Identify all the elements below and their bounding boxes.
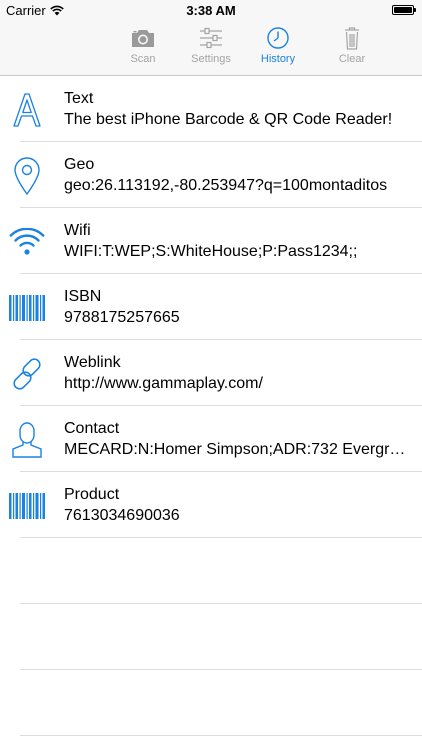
letter-a-icon	[6, 89, 48, 131]
item-value: geo:26.113192,-80.253947?q=100montaditos	[64, 177, 388, 194]
tab-scan-label: Scan	[130, 53, 156, 65]
empty-row	[0, 604, 422, 670]
location-pin-icon	[6, 155, 48, 197]
history-item-isbn[interactable]: ISBN 9788175257665	[0, 274, 422, 340]
tab-clear-label: Clear	[338, 53, 366, 65]
item-value: MECARD:N:Homer Simpson;ADR:732 Evergreen…	[64, 441, 412, 458]
trash-icon	[345, 27, 359, 50]
history-item-weblink[interactable]: Weblink http://www.gammaplay.com/	[0, 340, 422, 406]
battery-icon	[392, 5, 416, 15]
camera-icon	[132, 30, 154, 47]
history-item-contact[interactable]: Contact MECARD:N:Homer Simpson;ADR:732 E…	[0, 406, 422, 472]
history-item-product[interactable]: Product 7613034690036	[0, 472, 422, 538]
item-value: The best iPhone Barcode & QR Code Reader…	[64, 111, 393, 128]
tab-history[interactable]: History	[243, 22, 313, 75]
tab-settings[interactable]: Settings	[176, 22, 246, 75]
item-title: ISBN	[64, 288, 102, 305]
item-value: http://www.gammaplay.com/	[64, 375, 263, 392]
item-title: Contact	[64, 420, 120, 437]
empty-row	[0, 670, 422, 736]
wifi-icon	[6, 221, 48, 263]
history-item-geo[interactable]: Geo geo:26.113192,-80.253947?q=100montad…	[0, 142, 422, 208]
item-title: Text	[64, 90, 94, 107]
empty-row	[0, 538, 422, 604]
toolbar: Scan Settings History Clear	[0, 22, 422, 76]
item-value: WIFI:T:WEP;S:WhiteHouse;P:Pass1234;;	[64, 243, 358, 260]
person-icon	[6, 419, 48, 461]
tab-settings-label: Settings	[191, 53, 231, 65]
tab-history-label: History	[260, 53, 296, 65]
link-icon	[6, 353, 48, 395]
item-value: 7613034690036	[64, 507, 180, 524]
tab-scan[interactable]: Scan	[108, 22, 178, 75]
status-time: 3:38 AM	[186, 3, 236, 18]
item-title: Weblink	[64, 354, 121, 371]
history-item-text[interactable]: Text The best iPhone Barcode & QR Code R…	[0, 76, 422, 142]
sliders-icon	[200, 27, 222, 49]
barcode-icon	[6, 287, 48, 329]
tab-clear[interactable]: Clear	[317, 22, 387, 75]
clock-icon	[267, 27, 289, 49]
item-title: Geo	[64, 156, 95, 173]
status-bar: Carrier 3:38 AM	[0, 0, 422, 22]
barcode-icon	[6, 485, 48, 527]
item-value: 9788175257665	[64, 309, 180, 326]
history-item-wifi[interactable]: Wifi WIFI:T:WEP;S:WhiteHouse;P:Pass1234;…	[0, 208, 422, 274]
item-title: Wifi	[64, 222, 91, 239]
item-title: Product	[64, 486, 120, 503]
history-list: Text The best iPhone Barcode & QR Code R…	[0, 76, 422, 736]
